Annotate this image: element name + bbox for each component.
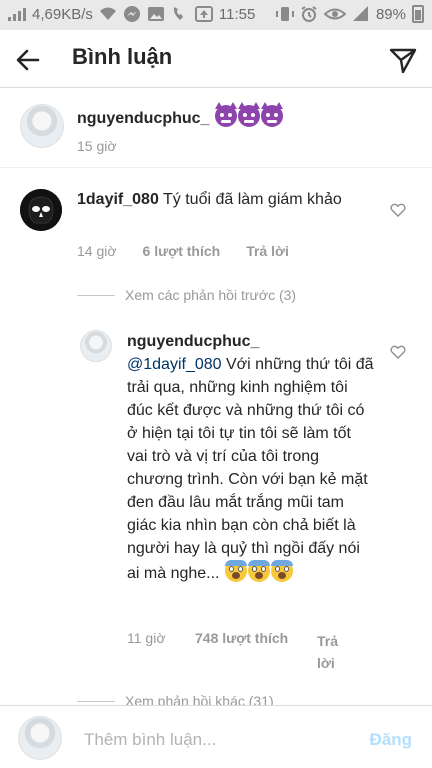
reply-time: 11 giờ: [127, 630, 166, 646]
reply-username[interactable]: nguyenducphuc_: [127, 333, 259, 350]
comment-text: Tý tuổi đã làm giám khảo: [163, 191, 342, 208]
screaming-face-emoji-icon: [247, 560, 270, 582]
caption-time: 15 giờ: [77, 138, 117, 154]
messenger-icon: [123, 6, 140, 22]
like-count[interactable]: 748 lượt thích: [195, 630, 288, 646]
comment-composer: Thêm bình luận... Đăng: [0, 705, 432, 768]
top-bar: Bình luận: [0, 30, 432, 88]
reply-button[interactable]: Trả lời: [246, 243, 289, 259]
vibrate-icon: [275, 7, 294, 21]
comment-input[interactable]: Thêm bình luận...: [84, 730, 216, 750]
wifi-icon: [99, 7, 116, 20]
divider-line: [77, 700, 115, 702]
like-heart-icon[interactable]: [390, 202, 406, 218]
gallery-icon: [147, 7, 164, 21]
skull-mask-icon: [20, 189, 62, 231]
status-bar: 4,69KB/s 11:55 89%: [0, 0, 432, 30]
alarm-icon: [301, 6, 317, 22]
phone-wifi-icon: [173, 7, 183, 20]
divider-line: [77, 294, 115, 296]
smiling-devil-emoji-icon: [214, 102, 237, 127]
clock-time: 11:55: [218, 5, 256, 23]
signal-strength-icon: [352, 6, 368, 21]
comment: 1dayif_080 Tý tuổi đã làm giám khảo 14 g…: [0, 169, 432, 279]
like-count[interactable]: 6 lượt thích: [143, 243, 221, 259]
reply-comment: nguyenducphuc_ @1dayif_080 Với những thứ…: [0, 320, 432, 690]
post-caption: nguyenducphuc_ 15 giờ: [0, 89, 432, 168]
send-direct-icon[interactable]: [388, 45, 418, 75]
battery-percent: 89%: [375, 5, 406, 23]
avatar[interactable]: [20, 104, 64, 148]
reply-button[interactable]: Trả lời: [317, 630, 351, 674]
view-previous-replies-label: Xem các phản hồi trước (3): [125, 287, 297, 303]
comment-time: 14 giờ: [77, 243, 117, 259]
back-arrow-icon[interactable]: [14, 46, 42, 74]
upload-icon: [194, 6, 213, 22]
page-title: Bình luận: [72, 44, 173, 69]
caption-username[interactable]: nguyenducphuc_: [77, 110, 209, 127]
smiling-devil-emoji-icon: [237, 102, 260, 127]
eye-icon: [323, 8, 346, 20]
screaming-face-emoji-icon: [224, 560, 247, 582]
avatar[interactable]: [80, 330, 112, 362]
avatar[interactable]: [20, 189, 62, 231]
view-previous-replies[interactable]: Xem các phản hồi trước (3): [77, 287, 296, 303]
avatar: [18, 716, 62, 760]
comment-username[interactable]: 1dayif_080: [77, 191, 159, 208]
smiling-devil-emoji-icon: [260, 102, 283, 127]
mention-link[interactable]: @1dayif_080: [127, 356, 222, 373]
screaming-face-emoji-icon: [270, 560, 293, 582]
battery-icon: [412, 5, 424, 23]
like-heart-icon[interactable]: [390, 344, 406, 360]
signal-icon: [8, 7, 26, 21]
post-button[interactable]: Đăng: [370, 730, 413, 750]
reply-text: Với những thứ tôi đã trải qua, những kin…: [127, 356, 374, 582]
network-speed: 4,69KB/s: [32, 5, 93, 23]
